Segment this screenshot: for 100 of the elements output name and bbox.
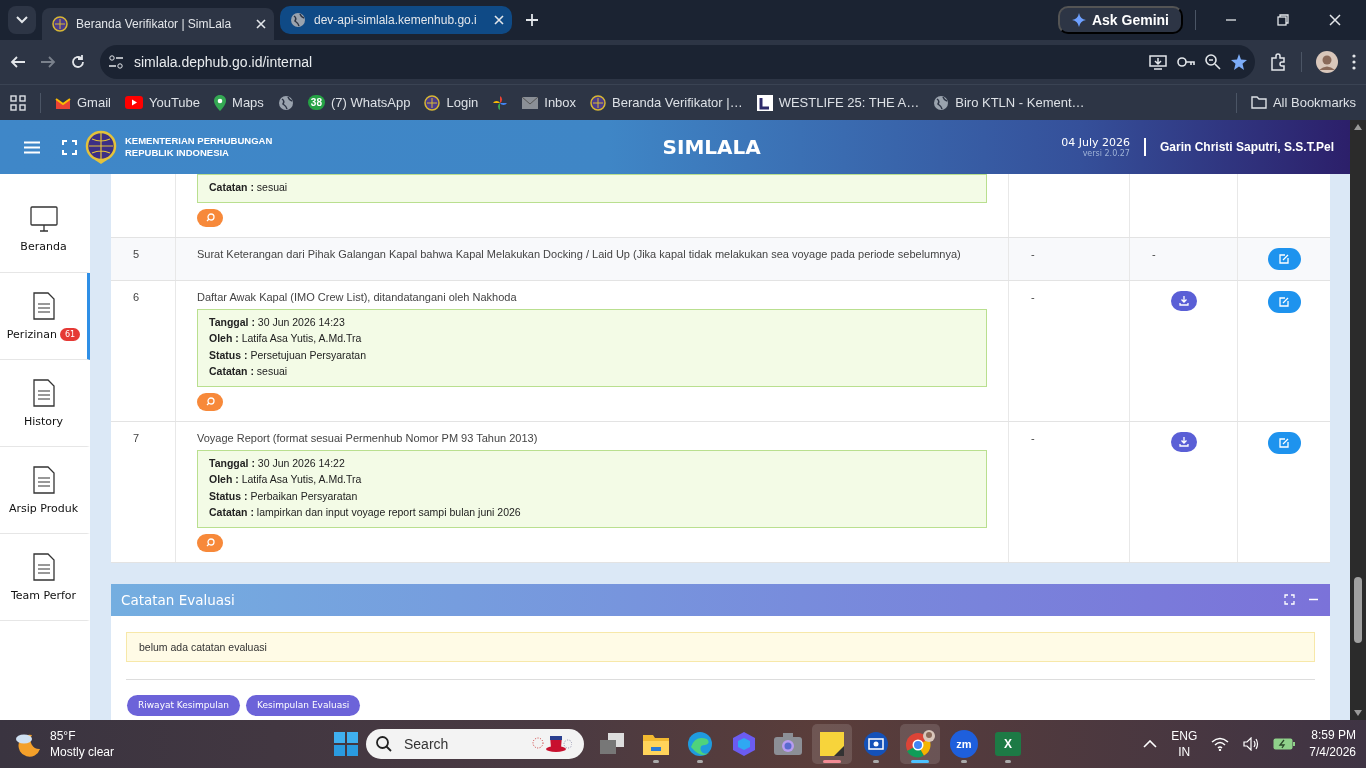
note-line: Status : Perbaikan Persyaratan [209, 488, 359, 504]
zoom-icon[interactable] [1205, 54, 1221, 70]
action-button[interactable]: Riwayat Kesimpulan [127, 694, 240, 716]
sidebar-label: Team Perfor [10, 588, 77, 602]
document-name: Surat Keterangan dari Pihak Galangan Kapal bahwa Kapal Melakukan Docking / Laid Up (Jika kapal tidak melakukan sea voyage pada periode sebelumnya) [197, 247, 961, 260]
taskbar-app[interactable] [900, 724, 940, 764]
menu-icon[interactable] [24, 140, 40, 154]
ministry-name: KEMENTERIAN PERHUBUNGAN [125, 135, 273, 147]
bookmark-label: Maps [232, 95, 264, 110]
taskbar-app[interactable]: zm [944, 724, 984, 764]
weather-widget[interactable]: 85°F Mostly clear [14, 728, 334, 760]
close-icon[interactable] [256, 19, 266, 29]
close-icon[interactable] [494, 15, 504, 25]
wifi-icon[interactable] [1211, 737, 1230, 751]
envelope-icon [522, 96, 539, 109]
extensions-icon[interactable] [1269, 53, 1287, 71]
forward-icon[interactable] [40, 54, 56, 70]
avatar-icon[interactable] [1316, 51, 1338, 73]
folder-icon [1250, 96, 1267, 109]
taskbar-app[interactable] [812, 724, 852, 764]
info-alert: belum ada catatan evaluasi [126, 631, 1315, 662]
scroll-up-icon[interactable] [1354, 124, 1362, 130]
more-menu-icon[interactable] [1352, 54, 1356, 70]
back-icon[interactable] [10, 54, 26, 70]
fullscreen-icon[interactable] [62, 139, 77, 155]
volume-icon[interactable] [1243, 737, 1260, 751]
key-icon[interactable] [1177, 56, 1195, 68]
search-icon [376, 736, 392, 752]
clock[interactable]: 8:59 PM 7/4/2026 [1309, 727, 1356, 761]
count-badge: 61 [59, 327, 81, 341]
note-line: Tanggal : 30 Jun 2026 14:23 [209, 314, 346, 330]
star-icon[interactable] [1231, 54, 1247, 70]
pinwheel-icon[interactable] [492, 94, 509, 111]
search-icon [205, 213, 215, 222]
bookmark-logo-icon [756, 94, 773, 111]
expand-icon[interactable] [1284, 594, 1295, 605]
ask-gemini-button[interactable]: Ask Gemini [1057, 6, 1183, 34]
edit-icon [1279, 296, 1289, 307]
battery-icon[interactable] [1273, 738, 1296, 750]
scrollbar-thumb[interactable] [1354, 577, 1362, 643]
emblem-logo [85, 130, 117, 164]
bookmark-link[interactable]: Beranda Verifikator |… [590, 94, 743, 111]
bookmark-label: YouTube [148, 95, 201, 110]
taskbar-app[interactable]: X [988, 724, 1028, 764]
chevron-up-icon[interactable] [1143, 740, 1158, 748]
action-button[interactable]: Kesimpulan Evaluasi [245, 694, 361, 716]
note-line: Oleh : Latifa Asa Yutis, A.Md.Tra [209, 331, 363, 346]
bookmark-link[interactable]: Gmail [55, 95, 111, 110]
language-indicator[interactable]: ENG IN [1171, 728, 1198, 760]
bookmark-link[interactable]: 38 (7) WhatsApp [307, 95, 411, 110]
note-line: Catatan : lampirkan dan input voyage report sampi bulan juni 2026 [209, 505, 522, 520]
document-icon [32, 465, 55, 494]
chevron-down-icon [16, 16, 28, 24]
bookmark-link[interactable]: YouTube [124, 95, 201, 110]
bookmark-link[interactable]: Maps [214, 94, 264, 111]
edit-button[interactable] [1267, 431, 1301, 454]
header-date: 04 July 2026 [1061, 136, 1130, 149]
globe-icon [290, 12, 306, 28]
app-title: SIMLALA [661, 135, 762, 159]
mail-icon [55, 96, 71, 109]
download-button[interactable] [1170, 290, 1197, 311]
globe-icon[interactable] [277, 94, 294, 111]
edit-button[interactable] [1267, 290, 1301, 313]
bookmark-link[interactable]: Login [424, 94, 479, 111]
reload-icon[interactable] [70, 54, 86, 70]
all-bookmarks-link[interactable]: All Bookmarks [1250, 95, 1356, 110]
windows-start-icon[interactable] [334, 732, 358, 756]
scroll-down-icon[interactable] [1354, 710, 1362, 716]
whatsapp-badge: 38 [307, 95, 325, 110]
bookmark-link[interactable]: Biro KTLN - Kement… [933, 94, 1085, 111]
restore-icon[interactable] [1277, 14, 1289, 26]
taskbar-search[interactable]: Search [366, 729, 584, 759]
search-input[interactable]: Search [402, 735, 522, 753]
document-icon [32, 378, 55, 407]
apps-grid-icon[interactable] [10, 94, 26, 111]
site-settings-icon[interactable] [108, 55, 124, 69]
camera-icon [774, 733, 802, 755]
user-name: Garin Christi Saputri, S.S.T.Pel [1159, 140, 1334, 154]
play-icon [124, 96, 143, 109]
panel-title: Catatan Evaluasi [121, 591, 236, 608]
temperature: 85°F [50, 728, 77, 744]
download-button[interactable] [1170, 431, 1197, 452]
bookmark-label: Inbox [544, 95, 577, 110]
install-app-icon[interactable] [1149, 54, 1167, 70]
bookmark-link[interactable]: WESTLIFE 25: THE A… [756, 94, 920, 111]
bookmark-link[interactable]: Inbox [522, 95, 577, 110]
emblem-icon [52, 16, 68, 32]
close-icon[interactable] [1329, 14, 1341, 26]
address-bar[interactable]: simlala.dephub.go.id/internal [100, 45, 1255, 79]
note-line: Tanggal : 30 Jun 2026 14:22 [209, 455, 346, 471]
windows-icon [600, 733, 624, 755]
note-line: Oleh : Latifa Asa Yutis, A.Md.Tra [209, 472, 363, 487]
edit-icon [1279, 437, 1289, 448]
monitor-icon [29, 205, 58, 232]
sidebar-label: Beranda [20, 239, 67, 253]
bookmark-label: Login [446, 95, 479, 110]
browser-tab[interactable]: Beranda Verifikator | SimLala [42, 8, 274, 40]
edit-button[interactable] [1267, 247, 1301, 270]
tab-search-button[interactable] [8, 6, 36, 34]
browser-tab[interactable]: dev-api-simlala.kemenhub.go.i [280, 6, 512, 34]
